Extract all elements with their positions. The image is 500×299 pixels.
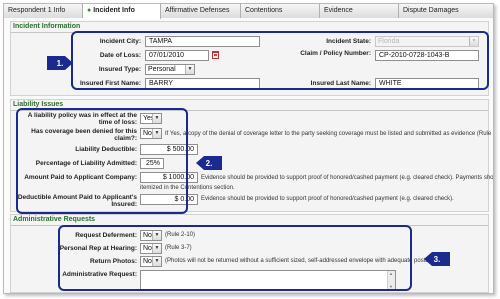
tab-evidence[interactable]: Evidence [320,4,399,18]
amount-paid-company-note: Evidence should be provided to support p… [201,175,494,181]
callout-marker-3-label: 3. [433,254,441,264]
callout-marker-2: 2. [194,154,224,172]
section-title-incident: Incident Information [13,23,81,30]
section-title-liability: Liability Issues [13,101,64,108]
arbitration-form-window: Respondent 1 Info ● Incident Info Affirma… [3,3,494,294]
callout-marker-3: 3. [422,250,452,268]
tab-affirmative-defenses[interactable]: Affirmative Defenses [161,4,241,18]
callout-box-1 [71,31,489,90]
coverage-denied-note: If Yes, a copy of the denial of coverage… [165,131,494,137]
callout-marker-2-label: 2. [205,158,213,168]
active-tab-icon: ● [87,7,92,14]
tab-contentions[interactable]: Contentions [241,4,320,18]
callout-marker-1-label: 1. [56,58,64,68]
callout-box-2 [16,108,188,214]
section-title-admin: Administrative Requests [13,216,96,223]
tab-incident-info[interactable]: ● Incident Info [83,4,161,19]
callout-marker-1: 1. [45,54,75,72]
callout-box-3 [58,225,412,291]
tab-respondent-1-info[interactable]: Respondent 1 Info [4,4,83,18]
tab-dispute-damages[interactable]: Dispute Damages [399,4,493,18]
deductible-paid-insured-note: Evidence should be provided to support p… [201,196,454,202]
tab-bar: Respondent 1 Info ● Incident Info Affirma… [4,4,493,19]
